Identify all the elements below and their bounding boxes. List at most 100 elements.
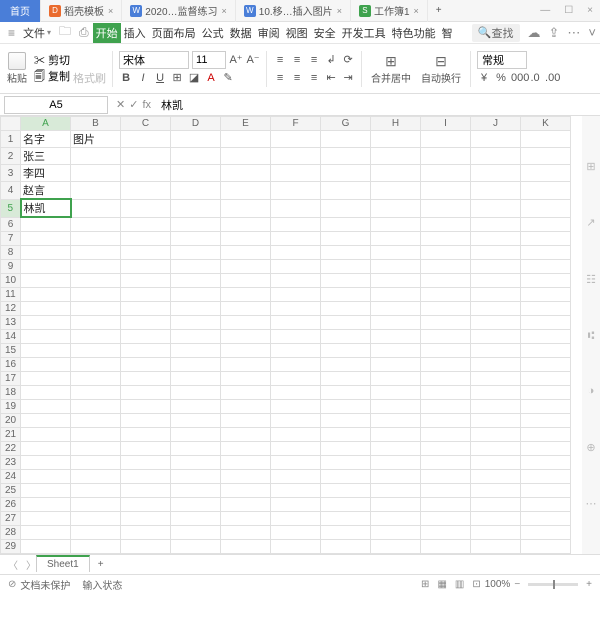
cancel-icon[interactable]: ✕ bbox=[116, 98, 125, 111]
cell-H13[interactable] bbox=[371, 315, 421, 329]
cell-K9[interactable] bbox=[521, 259, 571, 273]
row-header-15[interactable]: 15 bbox=[1, 343, 21, 357]
row-header-19[interactable]: 19 bbox=[1, 399, 21, 413]
cell-I28[interactable] bbox=[421, 525, 471, 539]
col-header-F[interactable]: F bbox=[271, 117, 321, 131]
cell-K14[interactable] bbox=[521, 329, 571, 343]
cell-F25[interactable] bbox=[271, 483, 321, 497]
cell-I6[interactable] bbox=[421, 217, 471, 231]
doc-tab-1[interactable]: W2020…监督练习× bbox=[122, 0, 236, 22]
cell-A7[interactable] bbox=[21, 231, 71, 245]
ribbon-tab-2[interactable]: 页面布局 bbox=[149, 25, 199, 41]
cell-B20[interactable] bbox=[71, 413, 121, 427]
cell-D15[interactable] bbox=[171, 343, 221, 357]
row-header-29[interactable]: 29 bbox=[1, 539, 21, 553]
cell-F20[interactable] bbox=[271, 413, 321, 427]
cell-H12[interactable] bbox=[371, 301, 421, 315]
cell-B7[interactable] bbox=[71, 231, 121, 245]
cell-B12[interactable] bbox=[71, 301, 121, 315]
cell-C13[interactable] bbox=[121, 315, 171, 329]
cell-I25[interactable] bbox=[421, 483, 471, 497]
cell-E14[interactable] bbox=[221, 329, 271, 343]
cell-H24[interactable] bbox=[371, 469, 421, 483]
cell-J10[interactable] bbox=[471, 273, 521, 287]
cell-K15[interactable] bbox=[521, 343, 571, 357]
dec-inc-icon[interactable]: .0 bbox=[528, 72, 542, 84]
row-header-7[interactable]: 7 bbox=[1, 231, 21, 245]
cell-B3[interactable] bbox=[71, 165, 121, 182]
cell-C20[interactable] bbox=[121, 413, 171, 427]
bold-button[interactable]: B bbox=[119, 72, 133, 84]
cell-G9[interactable] bbox=[321, 259, 371, 273]
cell-G7[interactable] bbox=[321, 231, 371, 245]
cell-I11[interactable] bbox=[421, 287, 471, 301]
copy-button[interactable]: 🗐 复制 bbox=[34, 68, 70, 87]
cell-F27[interactable] bbox=[271, 511, 321, 525]
cell-C26[interactable] bbox=[121, 497, 171, 511]
merge-group[interactable]: ⊞ 合并居中 bbox=[368, 52, 414, 85]
cell-E17[interactable] bbox=[221, 371, 271, 385]
cell-D22[interactable] bbox=[171, 441, 221, 455]
cell-D18[interactable] bbox=[171, 385, 221, 399]
align-bot-icon[interactable]: ≡ bbox=[307, 54, 321, 66]
cell-E30[interactable] bbox=[221, 553, 271, 554]
cell-K29[interactable] bbox=[521, 539, 571, 553]
cell-G21[interactable] bbox=[321, 427, 371, 441]
cell-B15[interactable] bbox=[71, 343, 121, 357]
cell-G6[interactable] bbox=[321, 217, 371, 231]
ribbon-tab-8[interactable]: 开发工具 bbox=[339, 25, 389, 41]
cell-B21[interactable] bbox=[71, 427, 121, 441]
cell-E28[interactable] bbox=[221, 525, 271, 539]
cell-J24[interactable] bbox=[471, 469, 521, 483]
cell-H17[interactable] bbox=[371, 371, 421, 385]
cell-E6[interactable] bbox=[221, 217, 271, 231]
close-icon[interactable]: × bbox=[580, 5, 600, 16]
row-header-22[interactable]: 22 bbox=[1, 441, 21, 455]
cell-B14[interactable] bbox=[71, 329, 121, 343]
dec-dec-icon[interactable]: .00 bbox=[545, 72, 559, 84]
cell-J29[interactable] bbox=[471, 539, 521, 553]
accept-icon[interactable]: ✓ bbox=[129, 98, 138, 111]
cell-F1[interactable] bbox=[271, 131, 321, 148]
cell-D25[interactable] bbox=[171, 483, 221, 497]
row-header-4[interactable]: 4 bbox=[1, 182, 21, 200]
cell-B13[interactable] bbox=[71, 315, 121, 329]
fontcolor-icon[interactable]: A bbox=[204, 72, 218, 84]
cell-K25[interactable] bbox=[521, 483, 571, 497]
row-header-18[interactable]: 18 bbox=[1, 385, 21, 399]
cell-C9[interactable] bbox=[121, 259, 171, 273]
min-icon[interactable]: — bbox=[533, 5, 557, 16]
cell-I3[interactable] bbox=[421, 165, 471, 182]
share-icon[interactable]: ⇪ bbox=[549, 25, 560, 41]
cell-I23[interactable] bbox=[421, 455, 471, 469]
cell-A14[interactable] bbox=[21, 329, 71, 343]
cell-J19[interactable] bbox=[471, 399, 521, 413]
cell-D7[interactable] bbox=[171, 231, 221, 245]
cell-K24[interactable] bbox=[521, 469, 571, 483]
cell-I18[interactable] bbox=[421, 385, 471, 399]
cell-F17[interactable] bbox=[271, 371, 321, 385]
cell-H7[interactable] bbox=[371, 231, 421, 245]
cell-J22[interactable] bbox=[471, 441, 521, 455]
cell-D9[interactable] bbox=[171, 259, 221, 273]
cell-A15[interactable] bbox=[21, 343, 71, 357]
cell-E25[interactable] bbox=[221, 483, 271, 497]
cell-F8[interactable] bbox=[271, 245, 321, 259]
cell-A25[interactable] bbox=[21, 483, 71, 497]
cell-J27[interactable] bbox=[471, 511, 521, 525]
cell-E27[interactable] bbox=[221, 511, 271, 525]
ribbon-tab-7[interactable]: 安全 bbox=[311, 25, 339, 41]
wrap-group[interactable]: ⊟ 自动换行 bbox=[418, 52, 464, 85]
cell-C6[interactable] bbox=[121, 217, 171, 231]
cell-C1[interactable] bbox=[121, 131, 171, 148]
cell-E7[interactable] bbox=[221, 231, 271, 245]
cell-G29[interactable] bbox=[321, 539, 371, 553]
cell-D19[interactable] bbox=[171, 399, 221, 413]
row-header-28[interactable]: 28 bbox=[1, 525, 21, 539]
cell-C17[interactable] bbox=[121, 371, 171, 385]
add-sheet-button[interactable]: + bbox=[90, 559, 112, 570]
cell-K28[interactable] bbox=[521, 525, 571, 539]
cell-I4[interactable] bbox=[421, 182, 471, 200]
cell-A24[interactable] bbox=[21, 469, 71, 483]
cell-C3[interactable] bbox=[121, 165, 171, 182]
